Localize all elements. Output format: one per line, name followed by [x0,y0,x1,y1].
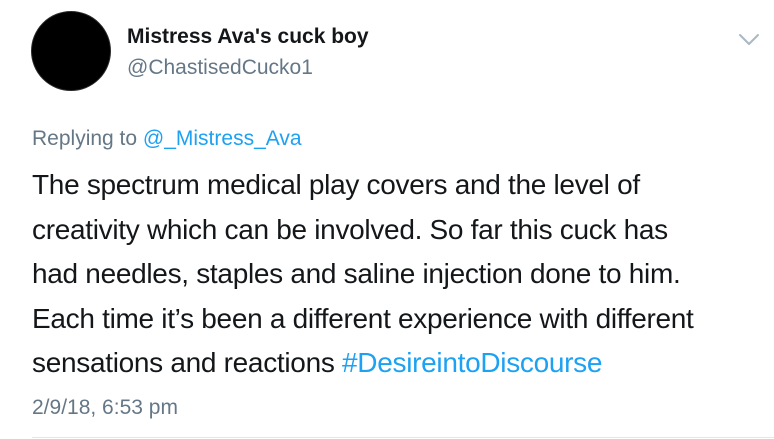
divider [32,437,774,438]
chevron-down-icon[interactable] [738,33,760,47]
replying-to-label: Replying to [32,127,143,150]
author-display-name[interactable]: Mistress Ava's cuck boy [127,24,369,50]
author-username[interactable]: @ChastisedCucko1 [127,55,313,81]
hashtag-link[interactable]: #DesireintoDiscourse [342,347,602,378]
tweet-card: Mistress Ava's cuck boy @ChastisedCucko1… [0,0,774,439]
replying-to: Replying to @_Mistress_Ava [32,125,302,153]
avatar[interactable] [31,11,111,91]
reply-mention-link[interactable]: @_Mistress_Ava [143,127,302,150]
tweet-text: The spectrum medical play covers and the… [32,163,762,386]
tweet-timestamp[interactable]: 2/9/18, 6:53 pm [32,395,178,421]
